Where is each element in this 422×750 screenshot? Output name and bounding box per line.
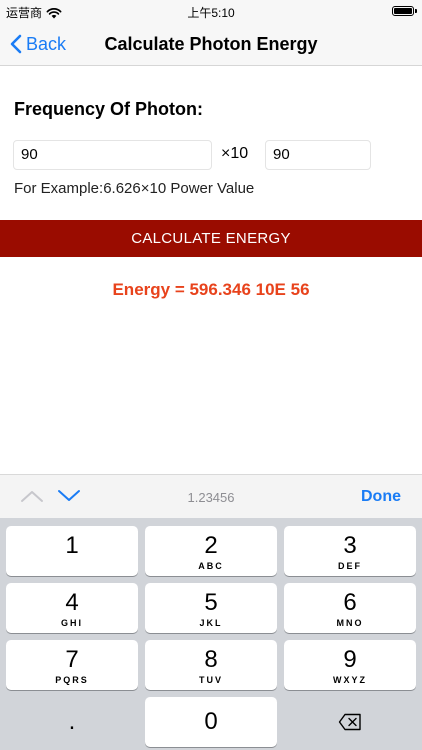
key-8[interactable]: 8 TUV (145, 640, 277, 690)
battery-tip (415, 9, 417, 13)
example-hint: For Example:6.626×10 Power Value (14, 180, 255, 197)
key-1[interactable]: 1 (6, 526, 138, 576)
key-2[interactable]: 2 ABC (145, 526, 277, 576)
key-9[interactable]: 9 WXYZ (284, 640, 416, 690)
frequency-label: Frequency Of Photon: (14, 99, 203, 119)
number-keypad: 1 2 ABC 3 DEF 4 GHI 5 JKL 6 MNO 7 PQRS 8… (0, 518, 422, 750)
key-letters: GHI (60, 618, 83, 628)
mantissa-input[interactable]: 90 (13, 140, 212, 170)
key-letters: PQRS (55, 675, 89, 685)
key-digit: 1 (65, 532, 79, 559)
key-letters: WXYZ (333, 675, 367, 685)
key-digit: 9 (343, 646, 357, 673)
key-digit: 6 (343, 589, 357, 616)
key-letters: ABC (198, 561, 224, 571)
battery-icon (392, 6, 414, 16)
key-4[interactable]: 4 GHI (6, 583, 138, 633)
keyboard-toolbar: 1.23456 Done (0, 474, 422, 518)
energy-result: Energy = 596.346 10E 56 (112, 280, 310, 299)
status-bar: 运营商 上午5:10 (0, 0, 422, 22)
key-digit: 2 (204, 532, 218, 559)
status-time: 上午5:10 (187, 6, 235, 20)
times-ten-label: ×10 (221, 145, 249, 162)
key-0[interactable]: 0 (145, 697, 277, 747)
key-digit: 5 (204, 589, 218, 616)
key-3[interactable]: 3 DEF (284, 526, 416, 576)
key-digit: 8 (204, 646, 218, 673)
key-decimal-label: . (68, 708, 76, 735)
navigation-bar: Back Calculate Photon Energy (0, 22, 422, 66)
key-digit: 3 (343, 532, 357, 559)
key-decimal[interactable]: . (6, 697, 138, 747)
key-digit: 0 (204, 708, 218, 735)
page-title: Calculate Photon Energy (104, 34, 318, 54)
calculate-energy-button[interactable]: CALCULATE ENERGY (0, 220, 422, 257)
key-digit: 7 (65, 646, 79, 673)
backspace-icon (338, 713, 361, 731)
key-letters: DEF (338, 561, 362, 571)
key-digit: 4 (65, 589, 79, 616)
keyboard-input-preview: 1.23456 (187, 490, 235, 505)
done-button[interactable]: Done (361, 488, 401, 506)
key-letters: TUV (199, 675, 223, 685)
key-6[interactable]: 6 MNO (284, 583, 416, 633)
exponent-input[interactable]: 90 (265, 140, 371, 170)
key-5[interactable]: 5 JKL (145, 583, 277, 633)
key-letters: JKL (199, 618, 223, 628)
key-letters: MNO (336, 618, 364, 628)
key-7[interactable]: 7 PQRS (6, 640, 138, 690)
delete-key[interactable] (284, 697, 416, 747)
